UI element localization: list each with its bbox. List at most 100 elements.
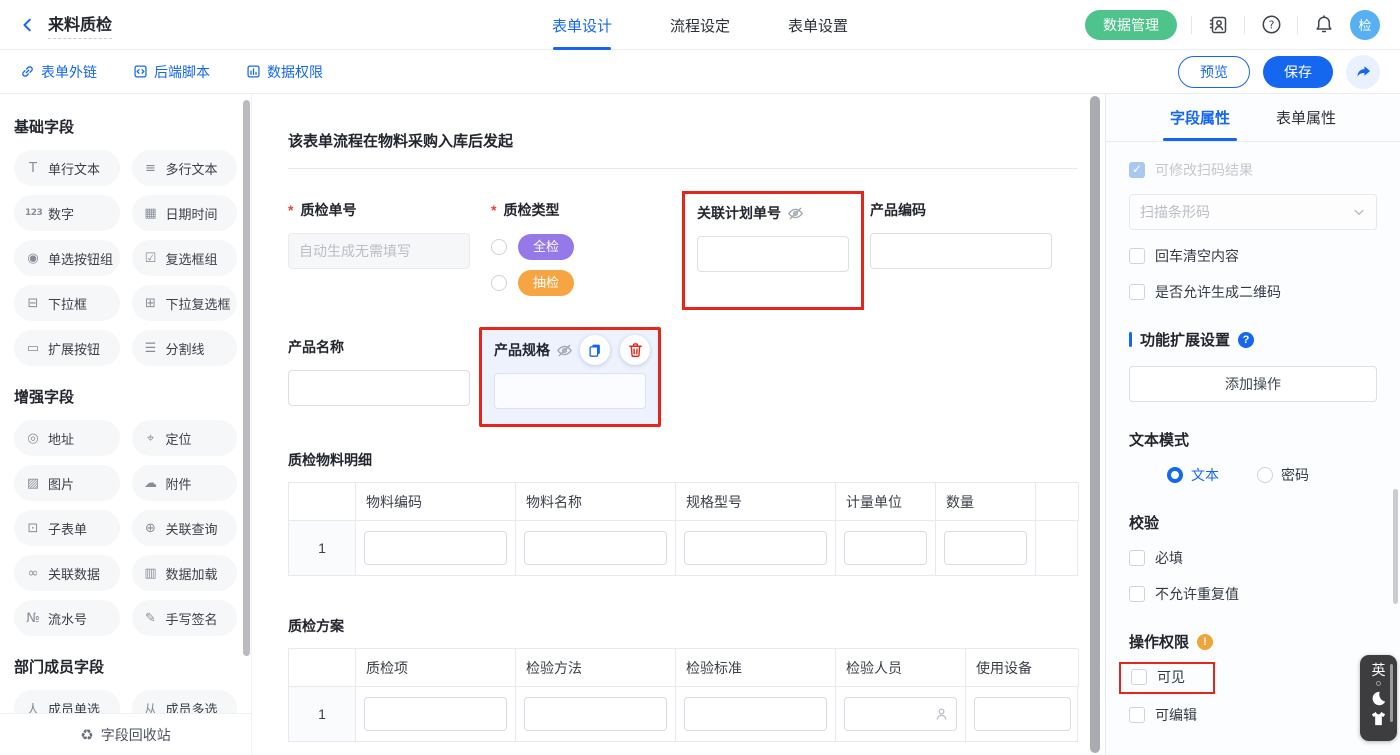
field-item-serial-number[interactable]: №流水号 (14, 600, 120, 636)
recycle-label: 字段回收站 (101, 725, 171, 745)
help-circle-icon[interactable]: ? (1238, 332, 1254, 348)
field-product-spec-selected[interactable]: 产品规格 (479, 327, 661, 427)
material-code-input[interactable] (364, 531, 507, 565)
checkbox-visible[interactable] (1131, 669, 1147, 685)
checkbox-required[interactable] (1129, 550, 1145, 566)
checkbox-scan-editable[interactable] (1129, 162, 1145, 178)
theme-shirt-icon[interactable] (1370, 711, 1387, 726)
tab-form-design[interactable]: 表单设计 (552, 0, 612, 50)
field-item-radio-group[interactable]: ◉单选按钮组 (14, 240, 120, 276)
field-item-label: 图片 (48, 474, 74, 493)
sidebar-scrollbar[interactable] (243, 100, 250, 656)
select-icon: ⊟ (25, 296, 41, 311)
plan-number-input[interactable] (697, 236, 849, 272)
checkbox-no-duplicate[interactable] (1129, 586, 1145, 602)
field-item-lookup-query[interactable]: ⊕关联查询 (132, 510, 238, 546)
field-item-label: 地址 (48, 429, 74, 448)
signature-pen-icon: ✎ (143, 611, 159, 626)
dark-mode-moon-icon[interactable] (1369, 689, 1388, 708)
field-plan-number-annotated[interactable]: 关联计划单号 (682, 191, 864, 310)
share-button[interactable] (1346, 55, 1380, 89)
qc-number-input[interactable] (288, 233, 470, 269)
field-item-attachment[interactable]: ☁附件 (132, 465, 238, 501)
tab-field-properties[interactable]: 字段属性 (1170, 94, 1230, 141)
backend-script-link[interactable]: 后端脚本 (133, 62, 210, 82)
field-item-label: 单选按钮组 (48, 249, 113, 268)
tab-form-properties[interactable]: 表单属性 (1276, 94, 1336, 141)
field-item-single-line-text[interactable]: T单行文本 (14, 150, 120, 186)
product-code-input[interactable] (870, 233, 1052, 269)
field-item-divider-line[interactable]: ☰分割线 (132, 330, 238, 366)
radio-full-inspection[interactable] (491, 239, 507, 255)
radio-text-mode-password[interactable]: 密码 (1257, 465, 1309, 485)
column-header: 使用设备 (966, 649, 1079, 687)
qc-item-input[interactable] (364, 697, 507, 731)
inspection-method-input[interactable] (524, 697, 667, 731)
radio-sampling-inspection[interactable] (491, 275, 507, 291)
badge-full-inspection[interactable]: 全检 (518, 234, 574, 260)
field-item-signature[interactable]: ✎手写签名 (132, 600, 238, 636)
save-button[interactable]: 保存 (1263, 56, 1333, 88)
radio-text-mode-text[interactable]: 文本 (1167, 465, 1219, 485)
required-mark: * (288, 202, 293, 218)
field-item-data-load[interactable]: ▥数据加载 (132, 555, 238, 591)
field-item-address[interactable]: ◎地址 (14, 420, 120, 456)
divider (1297, 16, 1298, 34)
back-button[interactable] (20, 17, 36, 33)
warning-circle-icon[interactable]: ! (1197, 634, 1213, 650)
field-item-linked-data[interactable]: ∞关联数据 (14, 555, 120, 591)
material-name-input[interactable] (524, 531, 667, 565)
badge-sampling-inspection[interactable]: 抽检 (518, 270, 574, 296)
equipment-input[interactable] (974, 697, 1071, 731)
field-item-label: 下拉框 (48, 294, 87, 313)
contacts-book-icon[interactable] (1206, 13, 1230, 37)
translate-widget[interactable]: 英 (1360, 655, 1397, 741)
notification-bell-icon[interactable] (1312, 13, 1336, 37)
product-spec-input[interactable] (494, 373, 646, 409)
form-external-link[interactable]: 表单外链 (20, 62, 97, 82)
panel-scrollbar[interactable] (1393, 489, 1398, 604)
field-qc-number[interactable]: *质检单号 (288, 200, 470, 296)
delete-field-button[interactable] (620, 335, 650, 365)
language-badge[interactable]: 英 (1372, 663, 1386, 678)
data-manage-button[interactable]: 数据管理 (1085, 10, 1177, 40)
field-item-extend-button[interactable]: ▭扩展按钮 (14, 330, 120, 366)
field-item-subform[interactable]: ⊡子表单 (14, 510, 120, 546)
unit-input[interactable] (844, 531, 927, 565)
field-item-select[interactable]: ⊟ 下拉框 (14, 285, 120, 321)
scan-mode-select[interactable]: 扫描条形码 (1129, 194, 1377, 230)
divider (1244, 16, 1245, 34)
column-header-empty (289, 649, 356, 687)
checkbox-allow-qrcode[interactable] (1129, 284, 1145, 300)
field-item-multi-line-text[interactable]: ≡多行文本 (132, 150, 238, 186)
preview-button[interactable]: 预览 (1178, 56, 1250, 88)
field-item-datetime[interactable]: ▦日期时间 (132, 195, 238, 231)
spec-model-input[interactable] (684, 531, 827, 565)
copy-field-button[interactable] (580, 335, 610, 365)
attachment-cloud-icon: ☁ (143, 476, 159, 491)
checkbox-clear-on-enter[interactable] (1129, 248, 1145, 264)
add-action-button[interactable]: 添加操作 (1129, 366, 1377, 402)
field-product-name[interactable]: 产品名称 (288, 337, 470, 412)
field-item-image[interactable]: ▨图片 (14, 465, 120, 501)
product-name-input[interactable] (288, 370, 470, 406)
field-item-checkbox-group[interactable]: ☑复选框组 (132, 240, 238, 276)
field-product-code[interactable]: 产品编码 (870, 200, 1052, 296)
field-item-location[interactable]: ⌖定位 (132, 420, 238, 456)
radio-label: 文本 (1191, 465, 1219, 485)
field-item-number[interactable]: 123数字 (14, 195, 120, 231)
tab-form-setting[interactable]: 表单设置 (788, 0, 848, 50)
radio-dot (1257, 467, 1273, 483)
quantity-input[interactable] (944, 531, 1027, 565)
help-icon[interactable]: ? (1259, 13, 1283, 37)
canvas-scrollbar[interactable] (1090, 96, 1100, 753)
field-recycle-bin[interactable]: ♻ 字段回收站 (0, 713, 251, 755)
text-icon: T (25, 161, 41, 176)
data-permission-link[interactable]: 数据权限 (246, 62, 323, 82)
field-qc-type[interactable]: *质检类型 全检 抽检 (491, 200, 673, 296)
tab-flow-setting[interactable]: 流程设定 (670, 0, 730, 50)
field-item-multi-select[interactable]: ⊞下拉复选框 (132, 285, 238, 321)
user-avatar[interactable]: 检 (1350, 10, 1380, 40)
inspection-standard-input[interactable] (684, 697, 827, 731)
checkbox-editable[interactable] (1129, 707, 1145, 723)
